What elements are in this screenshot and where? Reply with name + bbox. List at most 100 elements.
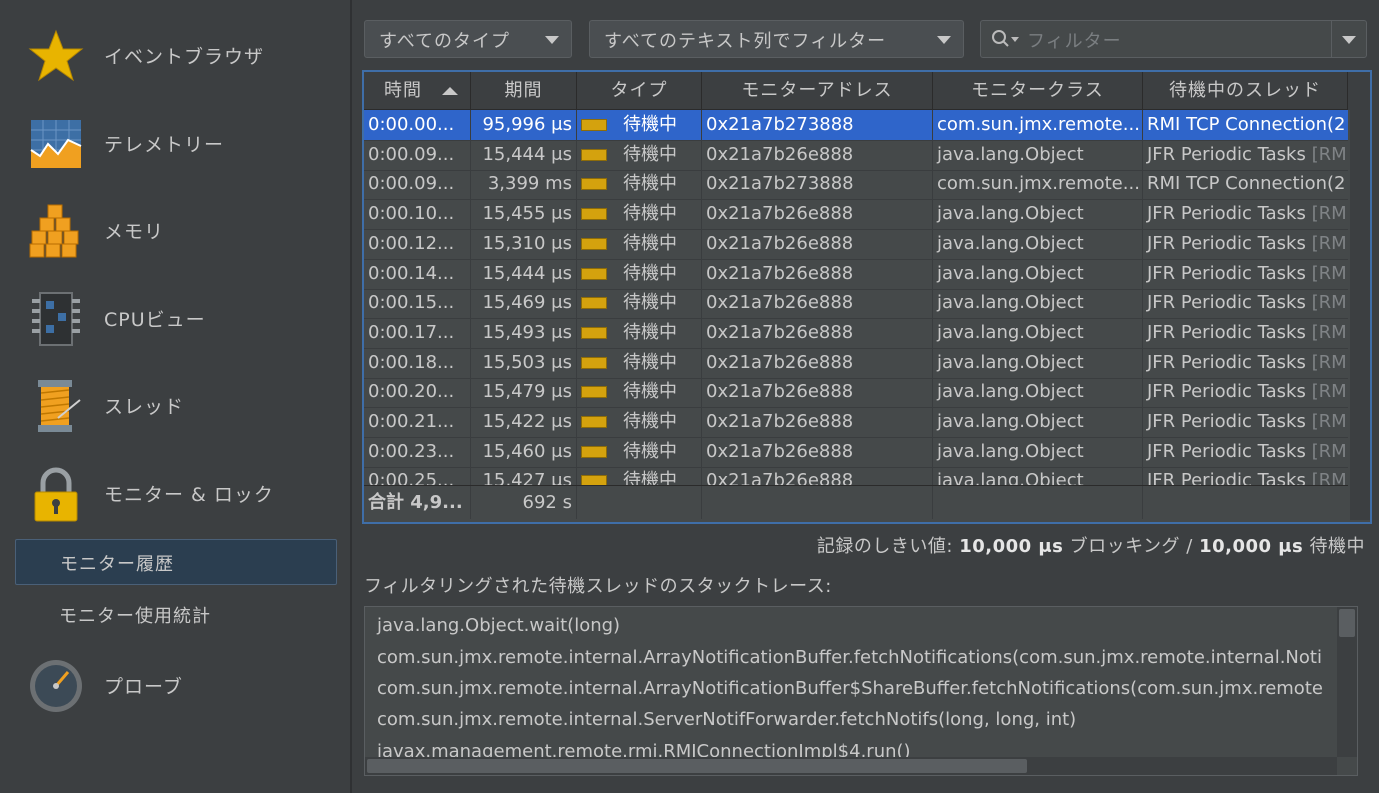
- cell-thread: JFR Periodic Tasks [RM: [1143, 229, 1348, 259]
- text-filter-dropdown[interactable]: すべてのテキスト列でフィルター: [589, 20, 964, 58]
- stack-frame[interactable]: java.lang.Object.wait(long): [377, 615, 620, 636]
- thread-name: JFR Periodic Tasks: [1147, 203, 1312, 225]
- stack-frame[interactable]: com.sun.jmx.remote.internal.ServerNotifF…: [377, 709, 1076, 730]
- cell-address: 0x21a7b26e888: [702, 258, 933, 289]
- stack-frame[interactable]: com.sun.jmx.remote.internal.ArrayNotific…: [377, 647, 1322, 668]
- footer-cell: [933, 486, 1143, 519]
- sidebar-item-event-browser[interactable]: イベントブラウザ: [0, 14, 350, 94]
- monitor-events-table: 時間 期間 タイプ モニターアドレス モニタークラス 待機中のスレッド 0:00…: [362, 70, 1372, 524]
- table-vertical-scrollbar[interactable]: [1350, 110, 1370, 520]
- waiting-type-bar-icon: [581, 148, 607, 161]
- cell-address: 0x21a7b273888: [702, 110, 933, 140]
- cell-thread: JFR Periodic Tasks [RM: [1143, 407, 1348, 437]
- waiting-type-bar-icon: [581, 297, 607, 310]
- sidebar-subitem-monitor-history[interactable]: モニター履歴: [15, 539, 337, 585]
- thread-group: [RM: [1311, 203, 1347, 225]
- sidebar-item-memory[interactable]: メモリ: [0, 189, 350, 269]
- panel-divider[interactable]: [350, 0, 352, 793]
- table-row[interactable]: 0:00.25... 15,427 μs 待機中 0x21a7b26e888 java.…: [364, 466, 1348, 485]
- cell-time: 0:00.17...: [364, 317, 471, 348]
- table-row[interactable]: 0:00.12... 15,310 μs 待機中 0x21a7b26e888 java.…: [364, 228, 1348, 260]
- waiting-label: 待機中: [1303, 536, 1365, 557]
- cell-class: java.lang.Object: [933, 258, 1143, 289]
- table-row[interactable]: 0:00.17... 15,493 μs 待機中 0x21a7b26e888 java.…: [364, 317, 1348, 349]
- cell-type-label: 待機中: [623, 470, 677, 485]
- cell-time: 0:00.21...: [364, 407, 471, 437]
- sidebar-item-cpu-view[interactable]: CPUビュー: [0, 277, 350, 357]
- column-header-monitor-class[interactable]: モニタークラス: [933, 72, 1143, 110]
- cell-address: 0x21a7b26e888: [702, 288, 933, 319]
- waiting-threshold-value: 10,000 μs: [1199, 536, 1304, 557]
- sidebar-item-monitors-locks[interactable]: モニター & ロック: [0, 452, 350, 532]
- cell-thread: JFR Periodic Tasks [RM: [1143, 466, 1348, 485]
- column-header-label: モニタークラス: [971, 80, 1104, 101]
- thread-group: [RM: [1311, 262, 1347, 284]
- sidebar-item-probes[interactable]: プローブ: [0, 644, 350, 724]
- chevron-down-icon[interactable]: [1342, 36, 1356, 44]
- cell-duration: 3,399 ms: [471, 169, 577, 200]
- cell-duration: 15,310 μs: [471, 228, 577, 259]
- thread-group: [RM: [1311, 440, 1347, 462]
- cell-class: java.lang.Object: [933, 436, 1143, 467]
- column-header-duration[interactable]: 期間: [471, 72, 577, 110]
- table-row[interactable]: 0:00.10... 15,455 μs 待機中 0x21a7b26e888 java.…: [364, 199, 1348, 231]
- table-row[interactable]: 0:00.09... 3,399 ms 待機中 0x21a7b273888 com.su…: [364, 169, 1348, 201]
- sidebar-subitem-monitor-usage-stats[interactable]: モニター使用統計: [15, 592, 335, 636]
- cell-type: 待機中: [577, 347, 702, 378]
- table-row[interactable]: 0:00.21... 15,422 μs 待機中 0x21a7b26e888 java.…: [364, 407, 1348, 438]
- thread-name: JFR Periodic Tasks: [1147, 232, 1312, 254]
- stack-frame[interactable]: com.sun.jmx.remote.internal.ArrayNotific…: [377, 678, 1323, 699]
- thread-group: [RM: [1311, 411, 1347, 432]
- total-label: 合計 4,9...: [364, 486, 471, 519]
- cell-type: 待機中: [577, 317, 702, 348]
- table-row[interactable]: 0:00.09... 15,444 μs 待機中 0x21a7b26e888 java.…: [364, 139, 1348, 171]
- cell-class: java.lang.Object: [933, 377, 1143, 408]
- cell-time: 0:00.20...: [364, 377, 471, 408]
- scrollbar-thumb[interactable]: [367, 759, 1027, 773]
- column-header-type[interactable]: タイプ: [577, 72, 702, 110]
- memory-blocks-icon: [29, 204, 79, 258]
- table-row[interactable]: 0:00.00... 95,996 μs 待機中 0x21a7b273888 com.s…: [364, 110, 1348, 141]
- cell-address: 0x21a7b26e888: [702, 199, 933, 230]
- type-filter-dropdown[interactable]: すべてのタイプ: [364, 20, 572, 58]
- thread-group: [RM: [1311, 321, 1347, 343]
- stack-trace-panel[interactable]: java.lang.Object.wait(long) com.sun.jmx.…: [364, 606, 1358, 776]
- cell-class: java.lang.Object: [933, 407, 1143, 437]
- cell-duration: 15,503 μs: [471, 347, 577, 378]
- search-placeholder: フィルター: [1027, 31, 1122, 52]
- cell-address: 0x21a7b26e888: [702, 377, 933, 408]
- table-row[interactable]: 0:00.14... 15,444 μs 待機中 0x21a7b26e888 java.…: [364, 258, 1348, 290]
- cell-address: 0x21a7b273888: [702, 169, 933, 200]
- table-row[interactable]: 0:00.23... 15,460 μs 待機中 0x21a7b26e888 java.…: [364, 436, 1348, 468]
- stack-vertical-scrollbar[interactable]: [1337, 607, 1357, 757]
- scrollbar-thumb[interactable]: [1339, 609, 1355, 637]
- thread-group: [RM: [1311, 381, 1347, 403]
- stack-horizontal-scrollbar[interactable]: [365, 757, 1337, 775]
- cell-address: 0x21a7b26e888: [702, 347, 933, 378]
- column-header-monitor-address[interactable]: モニターアドレス: [702, 72, 933, 110]
- total-duration: 692 s: [471, 486, 577, 519]
- table-row[interactable]: 0:00.15... 15,469 μs 待機中 0x21a7b26e888 java.…: [364, 288, 1348, 320]
- table-row[interactable]: 0:00.18... 15,503 μs 待機中 0x21a7b26e888 java.…: [364, 347, 1348, 379]
- search-input[interactable]: フィルター: [980, 20, 1367, 58]
- sidebar-item-label: プローブ: [104, 676, 183, 698]
- table-row[interactable]: 0:00.20... 15,479 μs 待機中 0x21a7b26e888 java.…: [364, 377, 1348, 409]
- thread-name: JFR Periodic Tasks: [1147, 321, 1312, 343]
- sidebar-item-telemetry[interactable]: テレメトリー: [0, 102, 350, 182]
- column-header-waiting-thread[interactable]: 待機中のスレッド: [1143, 72, 1348, 110]
- thread-name: JFR Periodic Tasks: [1147, 411, 1312, 432]
- cell-type: 待機中: [577, 377, 702, 408]
- thread-name: JFR Periodic Tasks: [1147, 143, 1312, 165]
- waiting-type-bar-icon: [581, 445, 607, 458]
- cell-time: 0:00.00...: [364, 110, 471, 140]
- column-header-time[interactable]: 時間: [364, 72, 471, 110]
- column-header-label: 時間: [384, 80, 422, 101]
- cell-type-label: 待機中: [623, 232, 677, 254]
- cell-duration: 95,996 μs: [471, 110, 577, 140]
- sidebar-item-threads[interactable]: スレッド: [0, 364, 350, 444]
- waiting-type-bar-icon: [581, 237, 607, 250]
- cell-duration: 15,455 μs: [471, 199, 577, 230]
- cell-address: 0x21a7b26e888: [702, 228, 933, 259]
- cell-thread: JFR Periodic Tasks [RM: [1143, 318, 1348, 348]
- thread-name: RMI TCP Connection(2: [1147, 114, 1346, 135]
